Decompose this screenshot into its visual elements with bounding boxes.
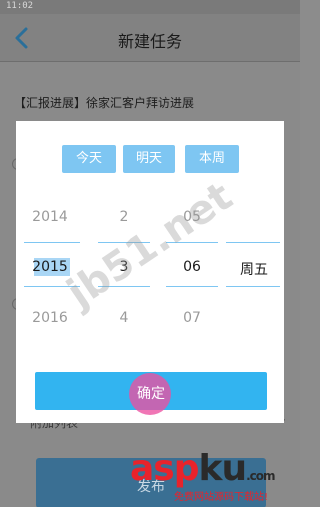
- brand-watermark-dark: ku: [198, 448, 248, 489]
- month-next[interactable]: 4: [96, 310, 152, 326]
- page-title: 新建任务: [117, 32, 182, 51]
- status-bar: 11:02: [0, 0, 300, 14]
- weekday-selected[interactable]: 周五: [226, 259, 282, 279]
- brand-watermark: aspku.com: [130, 448, 276, 489]
- day-selected[interactable]: 06: [164, 259, 220, 275]
- brand-watermark-subtitle: 免费网站源码下载站!: [174, 492, 269, 503]
- weekday-selection-line: [226, 242, 280, 243]
- confirm-label: 确定: [137, 386, 165, 402]
- day-selection-line: [166, 286, 218, 287]
- year-selection-line: [24, 242, 80, 243]
- tomorrow-button[interactable]: 明天: [123, 145, 175, 173]
- weekday-selection-line: [226, 286, 280, 287]
- year-next[interactable]: 2016: [16, 310, 84, 326]
- task-title: 【汇报进展】徐家汇客户拜访进展: [14, 96, 195, 110]
- status-time: 11:02: [6, 1, 34, 11]
- this-week-button[interactable]: 本周: [185, 145, 239, 173]
- day-next[interactable]: 07: [164, 310, 220, 326]
- brand-watermark-suffix: .com: [246, 469, 275, 483]
- year-prev[interactable]: 2014: [16, 209, 84, 225]
- confirm-button[interactable]: 确定: [35, 372, 267, 415]
- app-header: 新建任务: [0, 14, 300, 62]
- brand-watermark-red: asp: [130, 448, 199, 489]
- today-button[interactable]: 今天: [62, 145, 116, 173]
